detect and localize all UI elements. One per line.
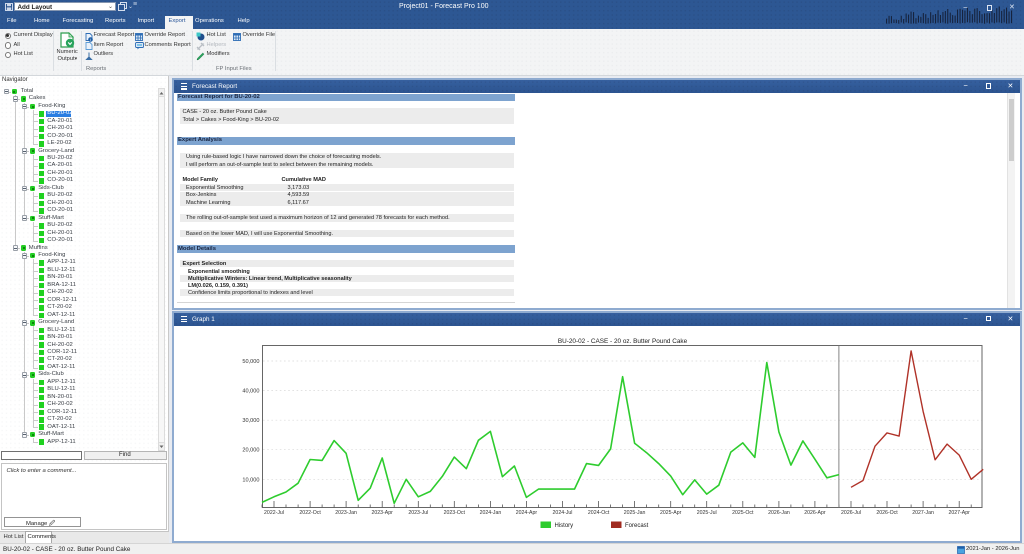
svg-text:2026-Apr: 2026-Apr bbox=[804, 510, 826, 516]
svg-text:2026-Jan: 2026-Jan bbox=[768, 510, 790, 516]
svg-text:i: i bbox=[90, 37, 91, 41]
svg-text:2027-Apr: 2027-Apr bbox=[948, 510, 970, 516]
svg-text:2025-Apr: 2025-Apr bbox=[660, 510, 682, 516]
svg-text:50,000: 50,000 bbox=[242, 359, 259, 365]
svg-text:2025-Jan: 2025-Jan bbox=[623, 510, 645, 516]
svg-text:2024-Apr: 2024-Apr bbox=[515, 510, 537, 516]
svg-text:2027-Jan: 2027-Jan bbox=[912, 510, 934, 516]
svg-text:2026-Oct: 2026-Oct bbox=[876, 510, 898, 516]
svg-text:Forecast: Forecast bbox=[625, 523, 649, 529]
svg-text:2023-Oct: 2023-Oct bbox=[443, 510, 465, 516]
svg-text:2022-Oct: 2022-Oct bbox=[299, 510, 321, 516]
svg-text:10,000: 10,000 bbox=[242, 477, 259, 483]
svg-text:BU-20-02 - CASE - 20 oz. Butte: BU-20-02 - CASE - 20 oz. Butter Pound Ca… bbox=[557, 338, 687, 345]
svg-text:2023-Jan: 2023-Jan bbox=[335, 510, 357, 516]
svg-text:2023-Apr: 2023-Apr bbox=[371, 510, 393, 516]
svg-text:2024-Oct: 2024-Oct bbox=[587, 510, 609, 516]
svg-text:2024-Jan: 2024-Jan bbox=[479, 510, 501, 516]
svg-text:2024-Jul: 2024-Jul bbox=[552, 510, 572, 516]
svg-text:History: History bbox=[554, 523, 573, 529]
svg-text:30,000: 30,000 bbox=[242, 418, 259, 424]
svg-text:2022-Jul: 2022-Jul bbox=[264, 510, 284, 516]
svg-text:2026-Jul: 2026-Jul bbox=[841, 510, 861, 516]
svg-text:40,000: 40,000 bbox=[242, 388, 259, 394]
svg-text:20,000: 20,000 bbox=[242, 447, 259, 453]
svg-text:2023-Jul: 2023-Jul bbox=[408, 510, 428, 516]
svg-text:2025-Jul: 2025-Jul bbox=[696, 510, 716, 516]
svg-text:2025-Oct: 2025-Oct bbox=[732, 510, 754, 516]
